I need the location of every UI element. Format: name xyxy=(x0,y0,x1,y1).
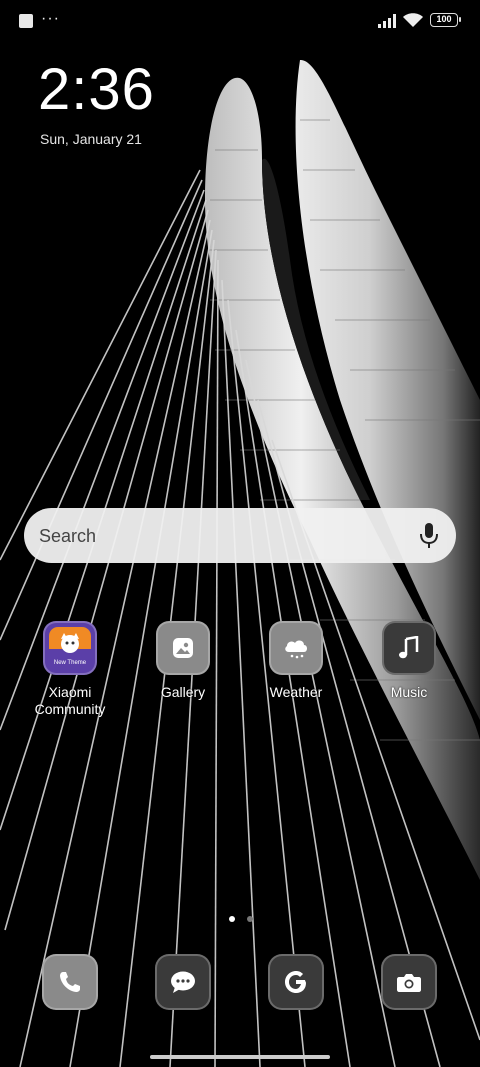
status-bar: ··· 100 xyxy=(0,0,480,42)
app-weather[interactable]: Weather xyxy=(246,621,346,701)
app-xiaomi-community[interactable]: New Theme Xiaomi Community xyxy=(20,621,120,718)
google-icon xyxy=(285,971,306,993)
clock-date[interactable]: Sun, January 21 xyxy=(40,131,142,147)
app-gallery[interactable]: Gallery xyxy=(133,621,233,701)
messages-icon xyxy=(171,971,195,993)
page-indicator xyxy=(229,909,261,927)
dock-phone[interactable] xyxy=(42,954,98,1010)
search-bar[interactable]: Search xyxy=(24,508,456,563)
dock-camera[interactable] xyxy=(381,954,437,1010)
search-placeholder[interactable]: Search xyxy=(39,526,96,547)
more-notifications-icon: ··· xyxy=(41,10,60,27)
app-label: Gallery xyxy=(160,684,206,700)
page-dot-active xyxy=(229,916,235,922)
app-label: Weather xyxy=(269,684,323,700)
home-indicator[interactable] xyxy=(150,1055,330,1059)
phone-icon xyxy=(60,972,80,992)
signal-icon xyxy=(378,14,396,28)
page-dot xyxy=(247,916,254,922)
dock-google[interactable] xyxy=(268,954,324,1010)
music-icon[interactable] xyxy=(382,621,436,675)
clock-time[interactable]: 2:36 xyxy=(38,56,155,123)
app-label: Music xyxy=(390,684,428,700)
battery-level: 100 xyxy=(436,14,452,24)
app-label: Xiaomi Community xyxy=(34,684,106,717)
battery-icon: 100 xyxy=(430,13,461,27)
camera-icon xyxy=(397,974,421,992)
app-music[interactable]: Music xyxy=(359,621,459,701)
gallery-icon[interactable] xyxy=(156,621,210,675)
notification-app-icon xyxy=(19,14,33,28)
xiaomi-community-icon[interactable]: New Theme xyxy=(43,621,97,675)
weather-icon[interactable] xyxy=(269,621,323,675)
wifi-icon xyxy=(403,13,423,27)
microphone-icon[interactable] xyxy=(420,523,438,549)
xiaomi-community-badge: New Theme xyxy=(54,660,87,666)
dock-messages[interactable] xyxy=(155,954,211,1010)
